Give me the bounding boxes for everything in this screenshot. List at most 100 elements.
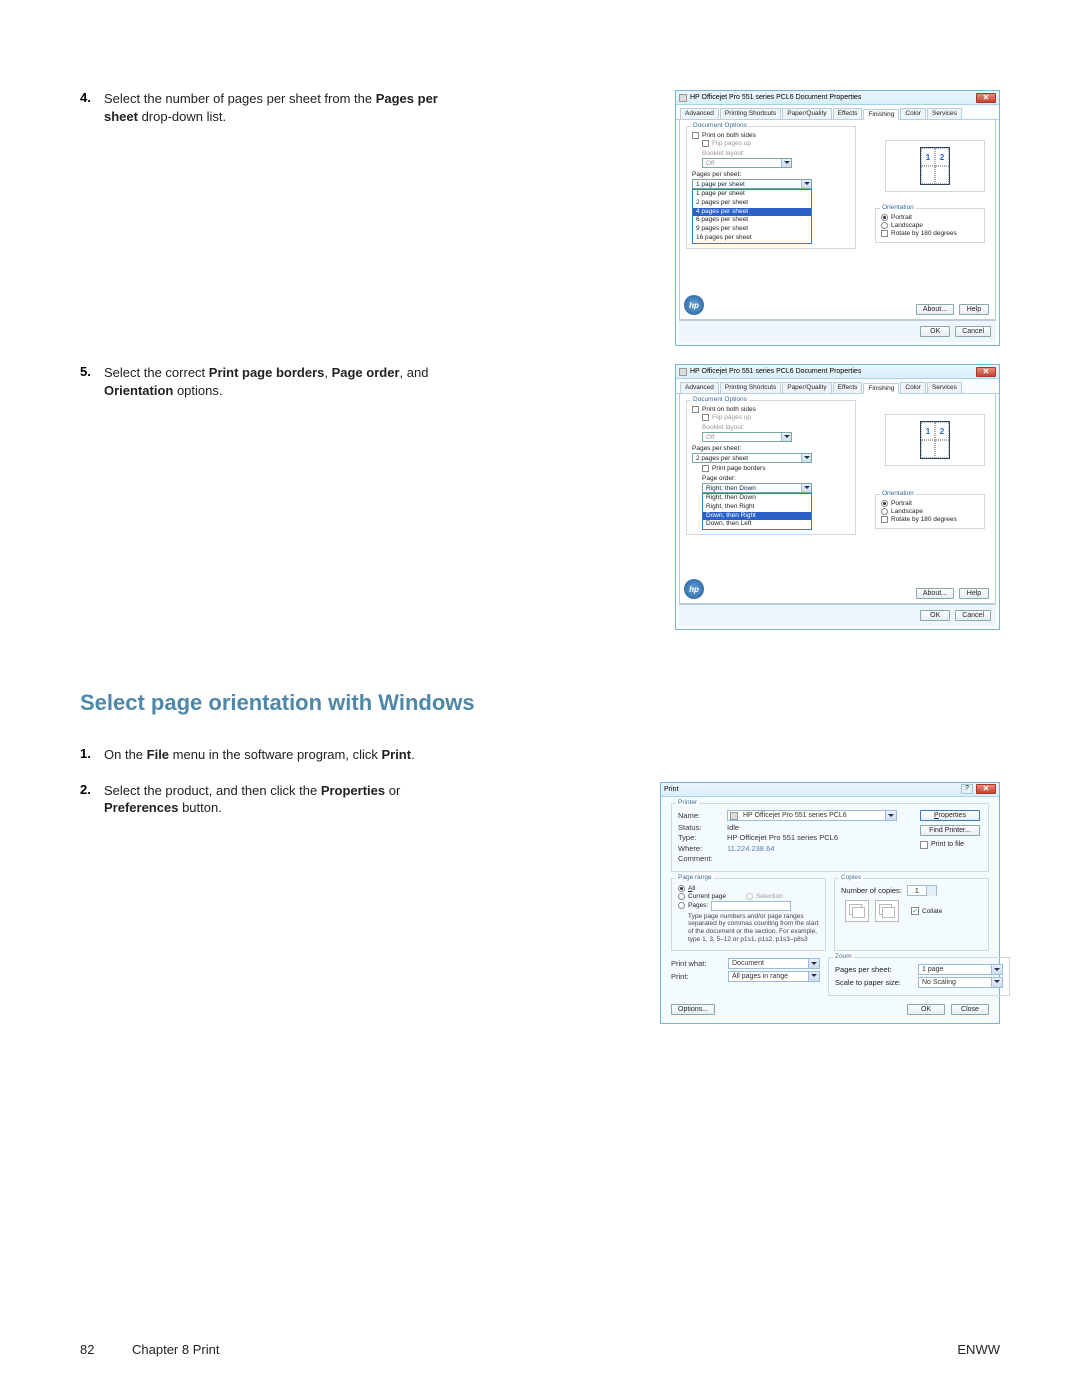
- num-copies-spinner[interactable]: 1: [907, 885, 937, 896]
- sb2-t1: Select the product, and then click the: [104, 783, 321, 798]
- page-order-label: Page order:: [702, 475, 850, 482]
- ok-button[interactable]: OK: [907, 1004, 945, 1015]
- pages-per-sheet-label: Pages per sheet:: [692, 171, 850, 178]
- properties-button[interactable]: Properties: [920, 810, 980, 821]
- print-what-select[interactable]: Document: [728, 958, 820, 969]
- pps-opt-1[interactable]: 1 page per sheet: [693, 190, 811, 199]
- help-button[interactable]: Help: [959, 304, 989, 315]
- ok-button[interactable]: OK: [920, 610, 950, 621]
- portrait-radio[interactable]: [881, 214, 888, 221]
- collate-checkbox[interactable]: [911, 907, 919, 915]
- tab-color[interactable]: Color: [900, 382, 926, 393]
- tab-finishing[interactable]: Finishing: [863, 109, 899, 120]
- po-opt-1[interactable]: Right, then Down: [703, 494, 811, 503]
- sb2-t2: or: [385, 783, 400, 798]
- landscape-radio[interactable]: [881, 508, 888, 515]
- print-both-sides-checkbox[interactable]: [692, 406, 699, 413]
- tab-finishing[interactable]: Finishing: [863, 383, 899, 394]
- s4-text-b: drop-down list.: [138, 109, 226, 124]
- pps-opt-16[interactable]: 16 pages per sheet: [693, 234, 811, 243]
- chapter-label: Chapter 8 Print: [132, 1342, 219, 1357]
- cancel-button[interactable]: Cancel: [955, 326, 991, 337]
- pps-opt-2[interactable]: 2 pages per sheet: [693, 199, 811, 208]
- po-opt-3[interactable]: Down, then Right: [703, 512, 811, 521]
- zoom-pps-select[interactable]: 1 page: [918, 964, 1003, 975]
- close-icon[interactable]: ✕: [976, 93, 996, 103]
- pages-per-sheet-listbox[interactable]: 1 page per sheet 2 pages per sheet 4 pag…: [692, 189, 812, 244]
- tab-services[interactable]: Services: [927, 382, 962, 393]
- landscape-label: Landscape: [891, 508, 923, 515]
- chevron-down-icon[interactable]: [801, 454, 811, 462]
- tab-printing-shortcuts[interactable]: Printing Shortcuts: [720, 382, 781, 393]
- where-label: Where:: [678, 844, 722, 853]
- close-button[interactable]: Close: [951, 1004, 989, 1015]
- close-icon[interactable]: ✕: [976, 367, 996, 377]
- portrait-radio[interactable]: [881, 500, 888, 507]
- pages-per-sheet-select[interactable]: 2 pages per sheet: [692, 453, 812, 463]
- pps-opt-9[interactable]: 9 pages per sheet: [693, 225, 811, 234]
- options-button[interactable]: Options...: [671, 1004, 715, 1015]
- close-icon[interactable]: ✕: [976, 784, 996, 794]
- all-radio[interactable]: [678, 885, 685, 892]
- about-button[interactable]: About...: [916, 588, 954, 599]
- ok-button[interactable]: OK: [920, 326, 950, 337]
- print-range-select[interactable]: All pages in range: [728, 971, 820, 982]
- chevron-down-icon[interactable]: [801, 180, 811, 188]
- sb1-t3: .: [411, 747, 415, 762]
- po-opt-2[interactable]: Right, then Right: [703, 503, 811, 512]
- print-dialog-title: Print: [664, 786, 961, 793]
- tab-paper-quality[interactable]: Paper/Quality: [782, 382, 831, 393]
- pages-radio[interactable]: [678, 902, 685, 909]
- chevron-down-icon[interactable]: [801, 484, 811, 492]
- step-text-4: Select the number of pages per sheet fro…: [104, 90, 454, 125]
- pps-opt-4[interactable]: 4 pages per sheet: [693, 208, 811, 217]
- pps-opt-6[interactable]: 6 pages per sheet: [693, 216, 811, 225]
- section-heading: Select page orientation with Windows: [80, 690, 1000, 716]
- find-printer-button[interactable]: Find Printer...: [920, 825, 980, 836]
- chevron-down-icon[interactable]: [991, 965, 1002, 974]
- page-order-listbox[interactable]: Right, then Down Right, then Right Down,…: [702, 493, 812, 530]
- tab-color[interactable]: Color: [900, 108, 926, 119]
- current-page-radio[interactable]: [678, 893, 685, 900]
- tab-advanced[interactable]: Advanced: [680, 382, 719, 393]
- tab-effects[interactable]: Effects: [833, 108, 863, 119]
- zoom-scale-select[interactable]: No Scaling: [918, 977, 1003, 988]
- tab-advanced[interactable]: Advanced: [680, 108, 719, 119]
- doc-properties-dialog-2: HP Officejet Pro 551 series PCL6 Documen…: [675, 364, 1000, 630]
- rotate180-checkbox[interactable]: [881, 516, 888, 523]
- tab-effects[interactable]: Effects: [833, 382, 863, 393]
- spin-down-icon[interactable]: [926, 891, 936, 896]
- print-both-sides-checkbox[interactable]: [692, 132, 699, 139]
- chevron-down-icon[interactable]: [991, 978, 1002, 987]
- rotate180-label: Rotate by 180 degrees: [891, 230, 957, 237]
- page-order-select[interactable]: Right, then Down: [702, 483, 812, 493]
- cancel-button[interactable]: Cancel: [955, 610, 991, 621]
- chevron-down-icon[interactable]: [808, 959, 819, 968]
- help-button[interactable]: Help: [959, 588, 989, 599]
- preview-box: 12: [885, 140, 985, 192]
- tab-paper-quality[interactable]: Paper/Quality: [782, 108, 831, 119]
- booklet-layout-label: Booklet layout:: [702, 424, 850, 431]
- landscape-label: Landscape: [891, 222, 923, 229]
- chevron-down-icon[interactable]: [808, 972, 819, 981]
- step-text-b2: Select the product, and then click the P…: [104, 782, 454, 817]
- name-label: Name:: [678, 811, 722, 820]
- print-both-sides-label: Print on both sides: [702, 132, 756, 139]
- printer-mini-icon: [730, 812, 738, 820]
- chevron-down-icon[interactable]: [885, 811, 896, 820]
- rotate180-checkbox[interactable]: [881, 230, 888, 237]
- page-number: 82: [80, 1342, 114, 1357]
- print-dialog: Print ? ✕ Printer Name: HP Officejet Pro…: [660, 782, 1000, 1025]
- print-page-borders-checkbox[interactable]: [702, 465, 709, 472]
- tab-services[interactable]: Services: [927, 108, 962, 119]
- printer-name-select[interactable]: HP Officejet Pro 551 series PCL6: [727, 810, 897, 821]
- pages-per-sheet-select[interactable]: 1 page per sheet: [692, 179, 812, 189]
- landscape-radio[interactable]: [881, 222, 888, 229]
- tab-printing-shortcuts[interactable]: Printing Shortcuts: [720, 108, 781, 119]
- selection-radio: [746, 893, 753, 900]
- po-opt-4[interactable]: Down, then Left: [703, 520, 811, 529]
- help-icon[interactable]: ?: [961, 784, 973, 794]
- pages-input[interactable]: [711, 901, 791, 911]
- about-button[interactable]: About...: [916, 304, 954, 315]
- print-to-file-checkbox[interactable]: [920, 841, 928, 849]
